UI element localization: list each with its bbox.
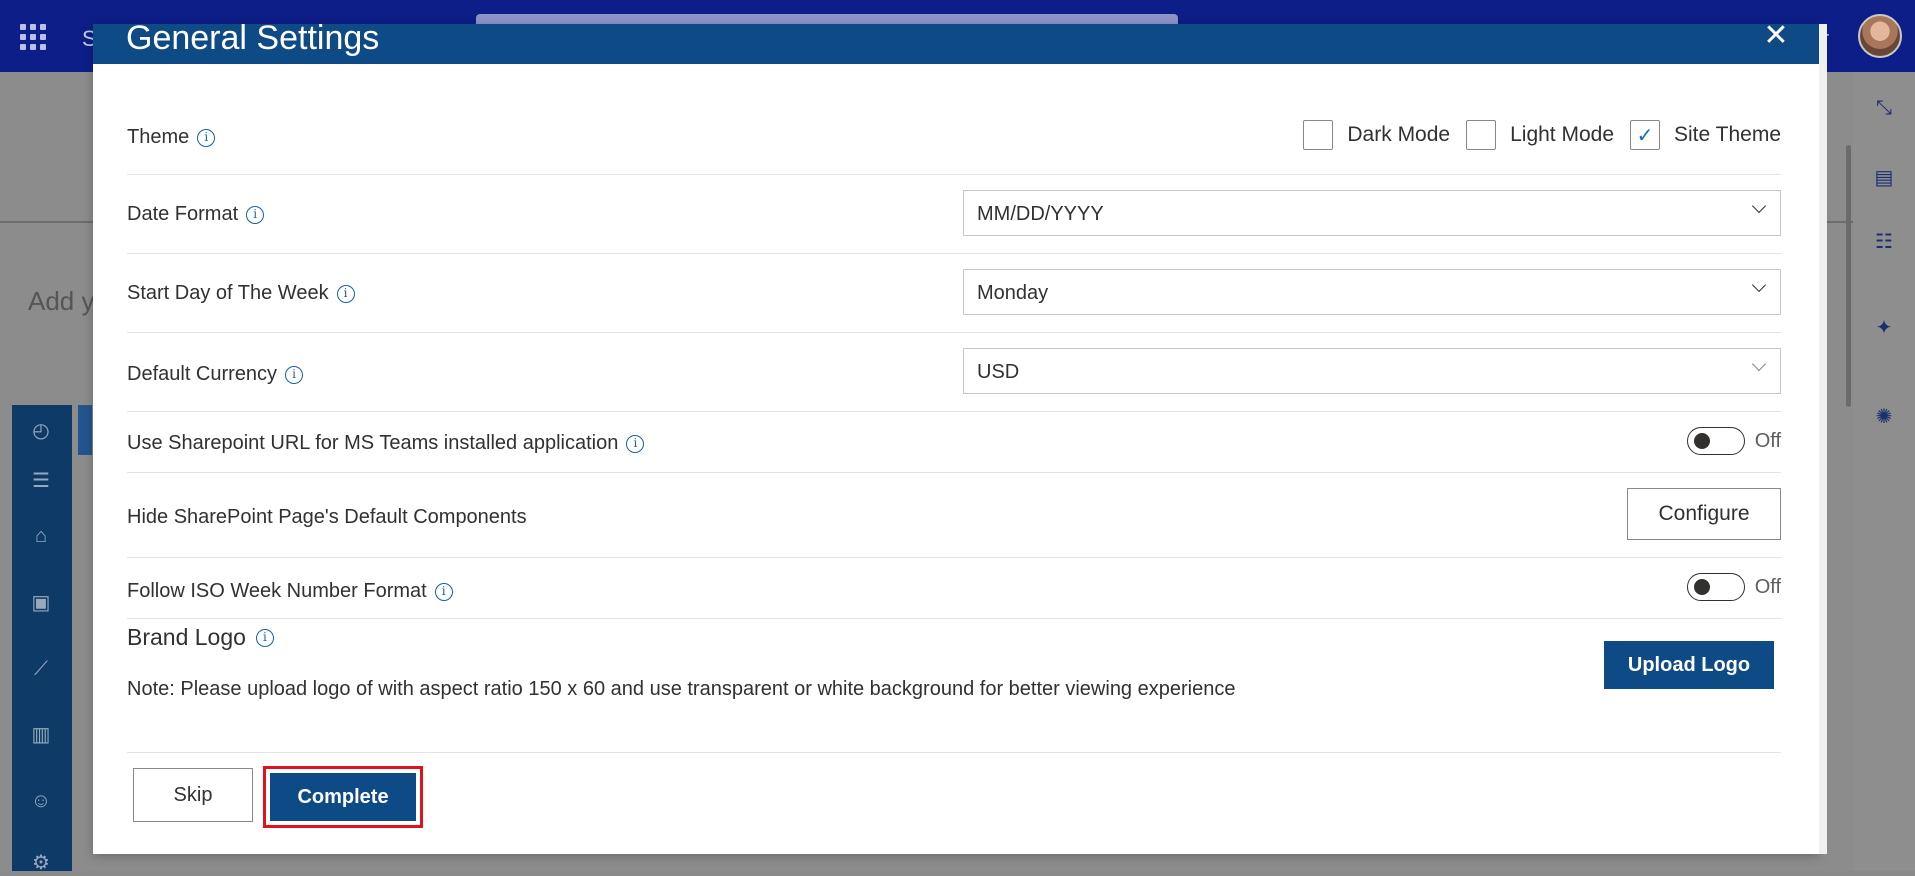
configure-button[interactable]: Configure [1627, 488, 1781, 540]
skip-button[interactable]: Skip [133, 768, 253, 822]
iso-week-toggle[interactable] [1686, 573, 1745, 601]
theme-label: Theme [127, 126, 190, 148]
start-day-row: Start Day of The Week i Monday [127, 254, 1781, 333]
close-icon[interactable]: ✕ [1761, 18, 1791, 54]
sparkle-icon[interactable]: ✦ [1872, 316, 1896, 340]
dialog-header: General Settings ✕ [93, 19, 1819, 64]
menu-icon[interactable]: ☰ [28, 468, 54, 494]
start-day-value: Monday [977, 282, 1049, 304]
avatar[interactable] [1858, 14, 1902, 58]
hide-components-label-group: Hide SharePoint Page's Default Component… [127, 506, 527, 529]
light-mode-label: Light Mode [1510, 123, 1614, 146]
hide-components-row: Hide SharePoint Page's Default Component… [127, 473, 1781, 558]
currency-label: Default Currency [127, 363, 278, 385]
briefcase-icon[interactable]: ▤ [1872, 166, 1896, 190]
footer-divider [127, 752, 1781, 753]
date-format-label: Date Format [127, 203, 239, 225]
complete-button[interactable]: Complete [270, 773, 416, 821]
start-day-label: Start Day of The Week [127, 282, 329, 304]
theme-label-group: Theme i [127, 126, 216, 149]
general-settings-dialog: General Settings ✕ Theme i Dark Mode Lig… [93, 19, 1827, 854]
home-icon[interactable]: ⌂ [28, 523, 54, 549]
gear-icon[interactable]: ⚙ [28, 850, 54, 876]
toggle-knob [1693, 433, 1710, 449]
dark-mode-checkbox[interactable]: Dark Mode [1303, 120, 1450, 150]
hide-components-label: Hide SharePoint Page's Default Component… [127, 506, 527, 528]
info-icon[interactable]: i [197, 128, 216, 147]
complete-highlight: Complete [263, 766, 423, 828]
checkbox-box[interactable] [1303, 120, 1334, 150]
date-format-label-group: Date Format i [127, 203, 265, 226]
sharepoint-url-toggle-group: Off [1686, 427, 1781, 455]
currency-row: Default Currency i USD [127, 333, 1781, 412]
chevron-down-icon [1752, 280, 1766, 294]
checkbox-box[interactable] [1466, 120, 1497, 150]
theme-options: Dark Mode Light Mode ✓ Site Theme [1301, 96, 1781, 174]
currency-dropdown[interactable]: USD [963, 348, 1781, 394]
site-theme-label: Site Theme [1674, 123, 1781, 146]
info-icon[interactable]: i [285, 365, 304, 384]
waffle-icon[interactable] [20, 24, 46, 50]
sharepoint-url-row: Use Sharepoint URL for MS Teams installe… [127, 412, 1781, 473]
scrollbar[interactable] [1846, 145, 1851, 407]
light-mode-checkbox[interactable]: Light Mode [1466, 120, 1614, 150]
dialog-title: General Settings [126, 19, 380, 57]
iso-week-state: Off [1754, 575, 1781, 598]
site-theme-checkbox[interactable]: ✓ Site Theme [1630, 120, 1781, 150]
iso-week-row: Follow ISO Week Number Format i Off [127, 558, 1781, 619]
date-format-row: Date Format i MM/DD/YYYY [127, 175, 1781, 254]
iso-week-toggle-group: Off [1686, 573, 1781, 601]
info-icon[interactable]: i [246, 205, 265, 224]
checkmark-icon: ✓ [1636, 124, 1654, 147]
theme-row: Theme i Dark Mode Light Mode ✓ Site Them… [127, 96, 1781, 175]
sharepoint-url-label-group: Use Sharepoint URL for MS Teams installe… [127, 432, 645, 455]
sharepoint-url-state: Off [1754, 429, 1781, 452]
accessibility-icon[interactable]: ✺ [1872, 405, 1896, 429]
start-day-dropdown[interactable]: Monday [963, 269, 1781, 315]
clock-icon[interactable]: ◴ [28, 418, 54, 444]
sharepoint-url-label: Use Sharepoint URL for MS Teams installe… [127, 432, 619, 454]
iso-week-label-group: Follow ISO Week Number Format i [127, 580, 453, 603]
sliders-icon[interactable]: ☷ [1872, 230, 1896, 254]
date-format-value: MM/DD/YYYY [977, 203, 1104, 225]
calendar-icon[interactable]: ▣ [28, 590, 54, 616]
date-format-dropdown[interactable]: MM/DD/YYYY [963, 190, 1781, 236]
upload-logo-button[interactable]: Upload Logo [1604, 641, 1774, 689]
dialog-scrollbar[interactable] [1819, 24, 1827, 854]
chevron-down-icon [1752, 359, 1766, 373]
brand-logo-title: Brand Logo [127, 624, 246, 650]
chevron-down-icon [1752, 201, 1766, 215]
info-icon[interactable]: i [336, 284, 355, 303]
collapse-icon[interactable]: ⤡ [1872, 96, 1896, 120]
checkbox-box[interactable]: ✓ [1630, 120, 1660, 150]
currency-label-group: Default Currency i [127, 363, 304, 386]
bar-chart-icon[interactable]: ▥ [28, 722, 54, 748]
user-settings-icon[interactable]: ☺ [28, 788, 54, 814]
brand-logo-note: Note: Please upload logo of with aspect … [127, 678, 1236, 700]
chart-icon[interactable]: ⟋ [28, 656, 54, 682]
info-icon[interactable]: i [255, 628, 274, 647]
start-day-label-group: Start Day of The Week i [127, 282, 355, 305]
currency-value: USD [977, 361, 1020, 383]
iso-week-label: Follow ISO Week Number Format [127, 580, 427, 602]
page-heading-fragment: Add y [28, 286, 95, 316]
sharepoint-url-toggle[interactable] [1686, 427, 1745, 455]
dark-mode-label: Dark Mode [1347, 123, 1451, 146]
info-icon[interactable]: i [434, 582, 453, 601]
right-rail [1853, 72, 1915, 871]
toggle-knob [1693, 579, 1710, 595]
info-icon[interactable]: i [626, 434, 645, 453]
nav-tab [78, 405, 92, 455]
brand-logo-heading: Brand Logo i [127, 624, 274, 651]
